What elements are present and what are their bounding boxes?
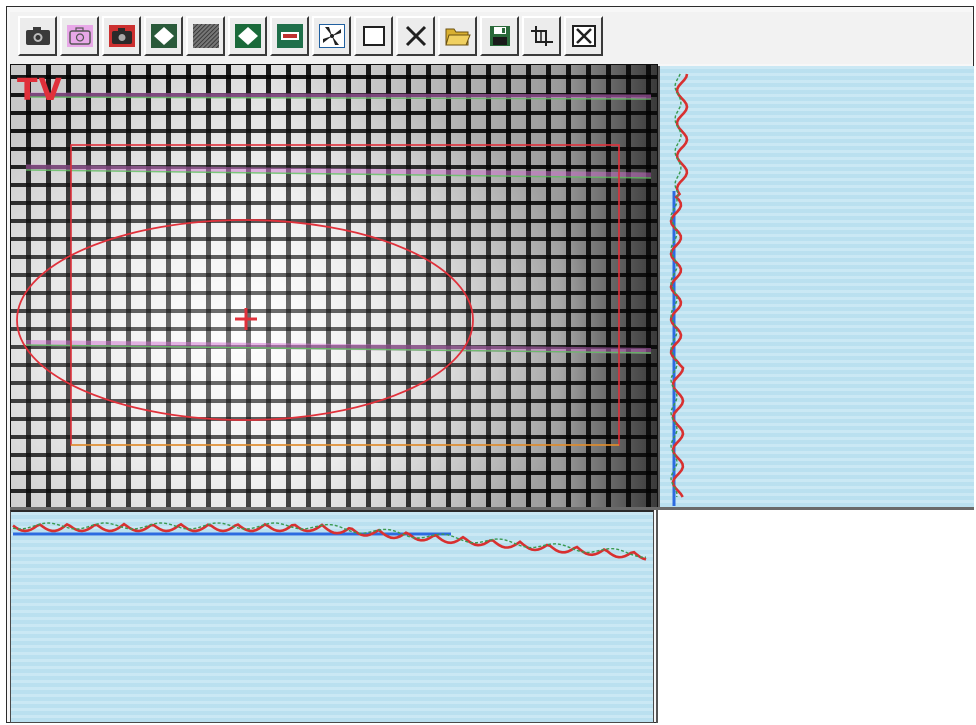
vertical-profile-plot	[669, 73, 689, 506]
close-box-icon	[571, 25, 596, 47]
fan-icon	[318, 24, 345, 48]
diamond-icon	[150, 24, 177, 48]
crop-button[interactable]	[522, 16, 561, 56]
toolbar	[10, 12, 972, 64]
minus-box-icon	[276, 24, 303, 48]
minus-box-button[interactable]	[270, 16, 309, 56]
analysis-overlay	[16, 92, 652, 446]
snapshot-outline-button[interactable]	[60, 16, 99, 56]
horizontal-profile-plot	[12, 522, 647, 561]
vertical-profile-panel	[658, 66, 974, 508]
horizontal-profile-panel	[10, 510, 654, 723]
crop-icon	[530, 26, 553, 46]
cross-icon	[405, 25, 426, 47]
diamond-green-button[interactable]	[228, 16, 267, 56]
snapshot-color-button[interactable]	[102, 16, 141, 56]
square-outline-icon	[362, 26, 385, 46]
diamond-button[interactable]	[144, 16, 183, 56]
fan-button[interactable]	[312, 16, 351, 56]
save-disk-icon	[489, 26, 510, 46]
empty-corner-panel	[656, 510, 974, 723]
close-button[interactable]	[564, 16, 603, 56]
save-button[interactable]	[480, 16, 519, 56]
folder-open-icon	[444, 28, 471, 46]
hatch-pattern-button[interactable]	[186, 16, 225, 56]
snapshot-button[interactable]	[18, 16, 57, 56]
tv-overlay-label: TV	[17, 73, 63, 108]
camera-icon	[25, 27, 50, 45]
open-file-button[interactable]	[438, 16, 477, 56]
camera-outline-icon	[66, 25, 93, 47]
camera-color-icon	[108, 25, 135, 47]
rectangle-tool-button[interactable]	[354, 16, 393, 56]
roi-rectangle[interactable]	[70, 144, 620, 446]
delete-button[interactable]	[396, 16, 435, 56]
diamond-green-icon	[234, 24, 261, 48]
hatch-pattern-icon	[192, 24, 219, 48]
camera-image-view[interactable]: TV	[10, 64, 658, 508]
